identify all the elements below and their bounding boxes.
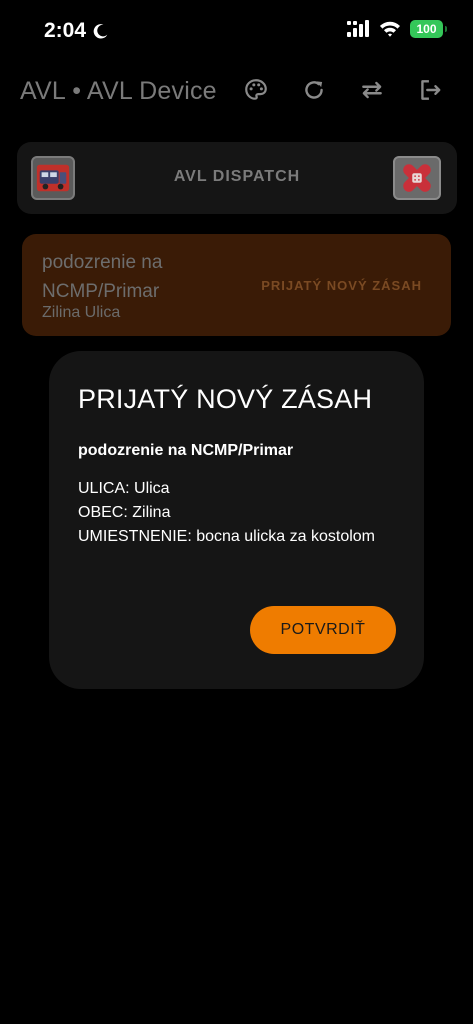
signal-icon [346, 20, 370, 38]
app-bar: AVL • AVL Device [0, 60, 473, 124]
swap-icon [359, 77, 385, 108]
dialog-location: UMIESTNENIE: bocna ulicka za kostolom [78, 528, 375, 545]
dialog-city: OBEC: Zilina [78, 504, 171, 521]
dialog-street: ULICA: Ulica [78, 480, 170, 497]
app-title: AVL • AVL Device [20, 77, 217, 105]
status-bar: 2:04 100 [0, 0, 473, 60]
logout-icon [417, 77, 443, 108]
swap-button[interactable] [343, 76, 401, 108]
status-indicators: 100 [346, 20, 447, 38]
refresh-icon [301, 77, 327, 108]
dialog-title: PRIJATÝ NOVÝ ZÁSAH [78, 384, 373, 414]
status-time: 2:04 [44, 19, 110, 43]
confirm-button[interactable]: POTVRDIŤ [250, 606, 396, 654]
bandage-logo [393, 156, 441, 200]
incident-name: podozrenie na NCMP/Primar [42, 252, 163, 302]
moon-icon [92, 22, 110, 40]
new-incident-dialog: PRIJATÝ NOVÝ ZÁSAH podozrenie na NCMP/Pr… [49, 351, 424, 689]
incident-card[interactable]: podozrenie na NCMP/Primar Zilina Ulica P… [22, 234, 451, 336]
dialog-body: ULICA: Ulica OBEC: Zilina UMIESTNENIE: b… [78, 477, 378, 549]
time-text: 2:04 [44, 19, 87, 42]
incident-location: Zilina Ulica [42, 304, 121, 321]
dialog-subtitle: podozrenie na NCMP/Primar [78, 442, 294, 459]
battery-icon: 100 [410, 20, 447, 38]
palette-button[interactable] [227, 76, 285, 108]
dispatch-header: AVL DISPATCH [17, 142, 457, 214]
app-actions [227, 76, 459, 108]
dispatch-title: AVL DISPATCH [173, 168, 301, 185]
incident-status: PRIJATÝ NOVÝ ZÁSAH [261, 278, 422, 293]
refresh-button[interactable] [285, 76, 343, 108]
wifi-icon [379, 20, 401, 38]
palette-icon [243, 77, 269, 108]
logout-button[interactable] [401, 76, 459, 108]
